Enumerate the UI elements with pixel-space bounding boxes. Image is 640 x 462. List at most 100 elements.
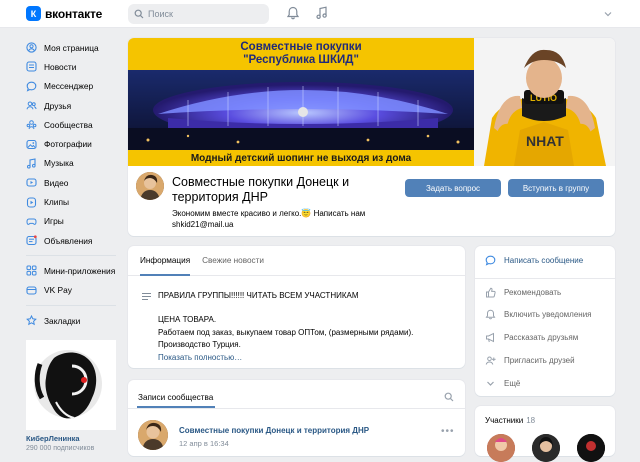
vk-logo-text: вконтакте [45,6,103,21]
show-more-link[interactable]: Показать полностью… [158,352,458,365]
ask-question-button[interactable]: Задать вопрос [405,179,501,197]
tell-friends-label: Рассказать друзьям [504,333,579,342]
members-header[interactable]: Участники 18 [485,416,535,425]
cover-title: Совместные покупки "Республика ШКИД" [128,41,474,67]
kid-photo: NHAT LUTIO [474,38,615,166]
add-user-icon [485,356,496,365]
search-placeholder: Поиск [148,9,173,19]
sidebar-item-vk-pay[interactable]: VK Pay [26,281,122,300]
member-avatar-image [487,434,515,462]
recommend-button[interactable]: Рекомендовать [485,287,561,298]
music-note-icon [27,158,36,169]
top-bar: К вконтакте Поиск [0,0,640,28]
group-status: Экономим вместе красиво и легко.😇 Написа… [172,209,366,229]
promo-image[interactable] [26,340,116,430]
sidebar-item-clips[interactable]: Клипы [26,192,122,211]
send-message-label: Написать сообщение [504,256,584,265]
user-icon [26,42,37,53]
member-avatar[interactable] [577,434,605,462]
member-avatar[interactable] [487,434,515,462]
chat-icon [26,81,37,92]
sidebar-item-video[interactable]: Видео [26,173,122,192]
group-description: ЦЕНА ТОВАРА. Работаем под заказ, выкупае… [158,314,458,364]
sidebar-item-label: Мессенджер [44,81,94,92]
stadium-photo [128,70,474,150]
sidebar-item-label: Сообщества [44,119,93,130]
post-date[interactable]: 12 апр в 16:34 [179,439,229,448]
bell-icon[interactable] [286,6,300,20]
post-author-link[interactable]: Совместные покупки Донецк и территория Д… [179,426,369,435]
thumbs-up-icon [486,287,496,298]
sidebar-item-label: Новости [44,61,77,72]
tab-information[interactable]: Информация [140,246,191,276]
post-more-button[interactable]: ••• [441,426,455,437]
sidebar-item-label: Друзья [44,100,72,111]
svg-text:NHAT: NHAT [526,133,564,149]
sidebar-item-mini-apps[interactable]: Мини-приложения [26,261,122,280]
actions-divider [475,278,615,279]
sidebar-item-label: Мини-приложения [44,265,116,276]
sidebar-item-news[interactable]: Новости [26,57,122,76]
post-author-avatar[interactable] [138,420,168,450]
cyber-lenin-image [26,340,116,430]
sidebar-item-label: Объявления [44,235,93,246]
more-actions-button[interactable]: Ещё [485,378,520,389]
chevron-down-icon [487,381,494,386]
sidebar-item-my-page[interactable]: Моя страница [26,38,122,57]
sidebar-item-friends[interactable]: Друзья [26,96,122,115]
join-group-button[interactable]: Вступить в группу [508,179,604,197]
group-rules-link[interactable]: ПРАВИЛА ГРУППЫ!!!!!! ЧИТАТЬ ВСЕМ УЧАСТНИ… [158,291,359,300]
tab-community-posts[interactable]: Записи сообщества [138,393,213,402]
group-avatar-image [136,172,164,200]
posts-divider [128,408,465,409]
promo-name[interactable]: КиберЛенинка [26,434,116,443]
menu-lines-icon [142,293,151,300]
message-icon [485,255,496,266]
sidebar-item-communities[interactable]: Сообщества [26,115,122,134]
cover-title-line1: Совместные покупки [240,41,362,53]
sidebar-item-label: Игры [44,216,64,227]
sidebar-item-messenger[interactable]: Мессенджер [26,77,122,96]
chevron-down-icon[interactable] [604,11,612,17]
promo-block[interactable]: КиберЛенинка 290 000 подписчиков [26,340,116,452]
invite-friends-label: Пригласить друзей [504,356,575,365]
sidebar-item-bookmarks[interactable]: Закладки [26,311,122,330]
sidebar-item-label: Клипы [44,197,69,208]
tab-fresh-news[interactable]: Свежие новости [202,246,264,275]
sidebar-item-label: Музыка [44,158,74,169]
send-message-button[interactable]: Написать сообщение [485,255,583,266]
sidebar-item-ads[interactable]: Объявления [26,231,122,250]
group-cover: Совместные покупки "Республика ШКИД" Мод… [128,38,615,166]
sidebar-item-music[interactable]: Музыка [26,154,122,173]
members-label: Участники [485,416,524,425]
sidebar-item-photos[interactable]: Фотографии [26,134,122,153]
description-line: ЦЕНА ТОВАРА. [158,315,217,324]
photo-icon [26,139,37,149]
apps-icon [26,265,37,276]
vk-logo[interactable]: К вконтакте [26,6,102,21]
more-label: Ещё [504,379,521,388]
notifications-label: Включить уведомления [504,310,592,319]
bell-icon [485,309,496,320]
sidebar-item-games[interactable]: Игры [26,212,122,231]
clips-icon [26,196,37,208]
member-avatar-image [532,434,560,462]
description-line: Производство Турция. [158,340,241,349]
post-avatar-image [138,420,168,450]
enable-notifications-button[interactable]: Включить уведомления [485,309,592,320]
music-icon[interactable] [315,6,329,20]
members-count: 18 [526,416,536,425]
tell-friends-button[interactable]: Рассказать друзьям [485,332,578,343]
group-avatar[interactable] [136,172,164,200]
games-icon [26,218,37,225]
search-icon[interactable] [444,392,454,402]
invite-friends-button[interactable]: Пригласить друзей [485,355,575,366]
member-avatar[interactable] [532,434,560,462]
friends-icon [26,101,37,110]
sidebar-item-label: Фотографии [44,139,92,150]
search-input[interactable]: Поиск [128,4,269,24]
sidebar-item-label: Закладки [44,315,81,326]
search-icon [134,9,144,19]
vk-logo-icon: К [26,6,41,21]
promo-subscribers: 290 000 подписчиков [26,445,95,452]
